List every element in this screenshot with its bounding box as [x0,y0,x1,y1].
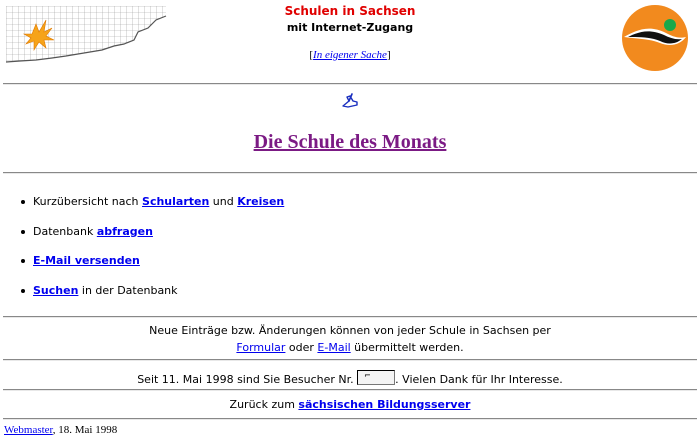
visitor-counter: ⌐ [357,370,396,385]
notice-line1: Neue Einträge bzw. Änderungen können von… [149,324,551,337]
email-send-link[interactable]: E-Mail versenden [33,254,140,267]
logo-icon [622,5,688,71]
form-link[interactable]: Formular [236,341,285,354]
back-text: Zurück zum [229,398,299,411]
menu-text: Datenbank [33,224,97,238]
abfragen-link[interactable]: abfragen [97,225,153,238]
own-affairs-link[interactable]: In eigener Sache [313,49,387,61]
notice-line2: Formular oder E-Mail übermittelt werden. [0,341,700,354]
list-item: Kurzübersicht nach Schularten und Kreise… [18,195,284,225]
page-title: Die Schule des Monats [253,131,447,153]
divider [3,83,697,85]
footer: Webmaster, 18. Mai 1998 [4,424,117,436]
bildungsserver-link[interactable]: sächsischen Bildungsserver [298,398,470,411]
schularten-link[interactable]: Schularten [142,195,209,208]
divider [3,316,697,318]
search-link[interactable]: Suchen [33,284,78,297]
footer-date: , 18. Mai 1998 [52,424,118,436]
site-subtitle: mit Internet-Zugang [286,21,414,34]
notice-text: übermittelt werden. [350,341,464,354]
pointing-hand-icon [342,93,358,108]
list-item: E-Mail versenden [18,254,284,284]
divider [3,172,697,174]
main-menu: Kurzübersicht nach Schularten und Kreise… [18,195,284,313]
webmaster-link[interactable]: Webmaster [4,424,53,436]
kreisen-link[interactable]: Kreisen [237,195,284,208]
divider [3,418,697,420]
email-link[interactable]: E-Mail [317,341,350,354]
back-line: Zurück zum sächsischen Bildungsserver [0,398,700,411]
visitor-line: Seit 11. Mai 1998 sind Sie Besucher Nr. … [0,370,700,386]
list-item: Suchen in der Datenbank [18,284,284,314]
site-title: Schulen in Sachsen [284,4,416,18]
menu-text: und [209,195,238,208]
divider [3,359,697,361]
own-affairs-line: [In eigener Sache] [0,49,700,61]
list-item: Datenbank abfragen [18,225,284,255]
visitor-text: Seit 11. Mai 1998 sind Sie Besucher Nr. [137,373,358,386]
notice-text: oder [285,341,318,354]
counter-value: ⌐ [364,371,371,380]
bracket-close: ] [386,49,391,61]
header: Schulen in Sachsen mit Internet-Zugang [… [0,0,700,80]
divider [3,389,697,391]
menu-text: in der Datenbank [78,283,178,297]
menu-text: Kurzübersicht nach [33,195,143,208]
visitor-text: . Vielen Dank für Ihr Interesse. [395,373,563,386]
